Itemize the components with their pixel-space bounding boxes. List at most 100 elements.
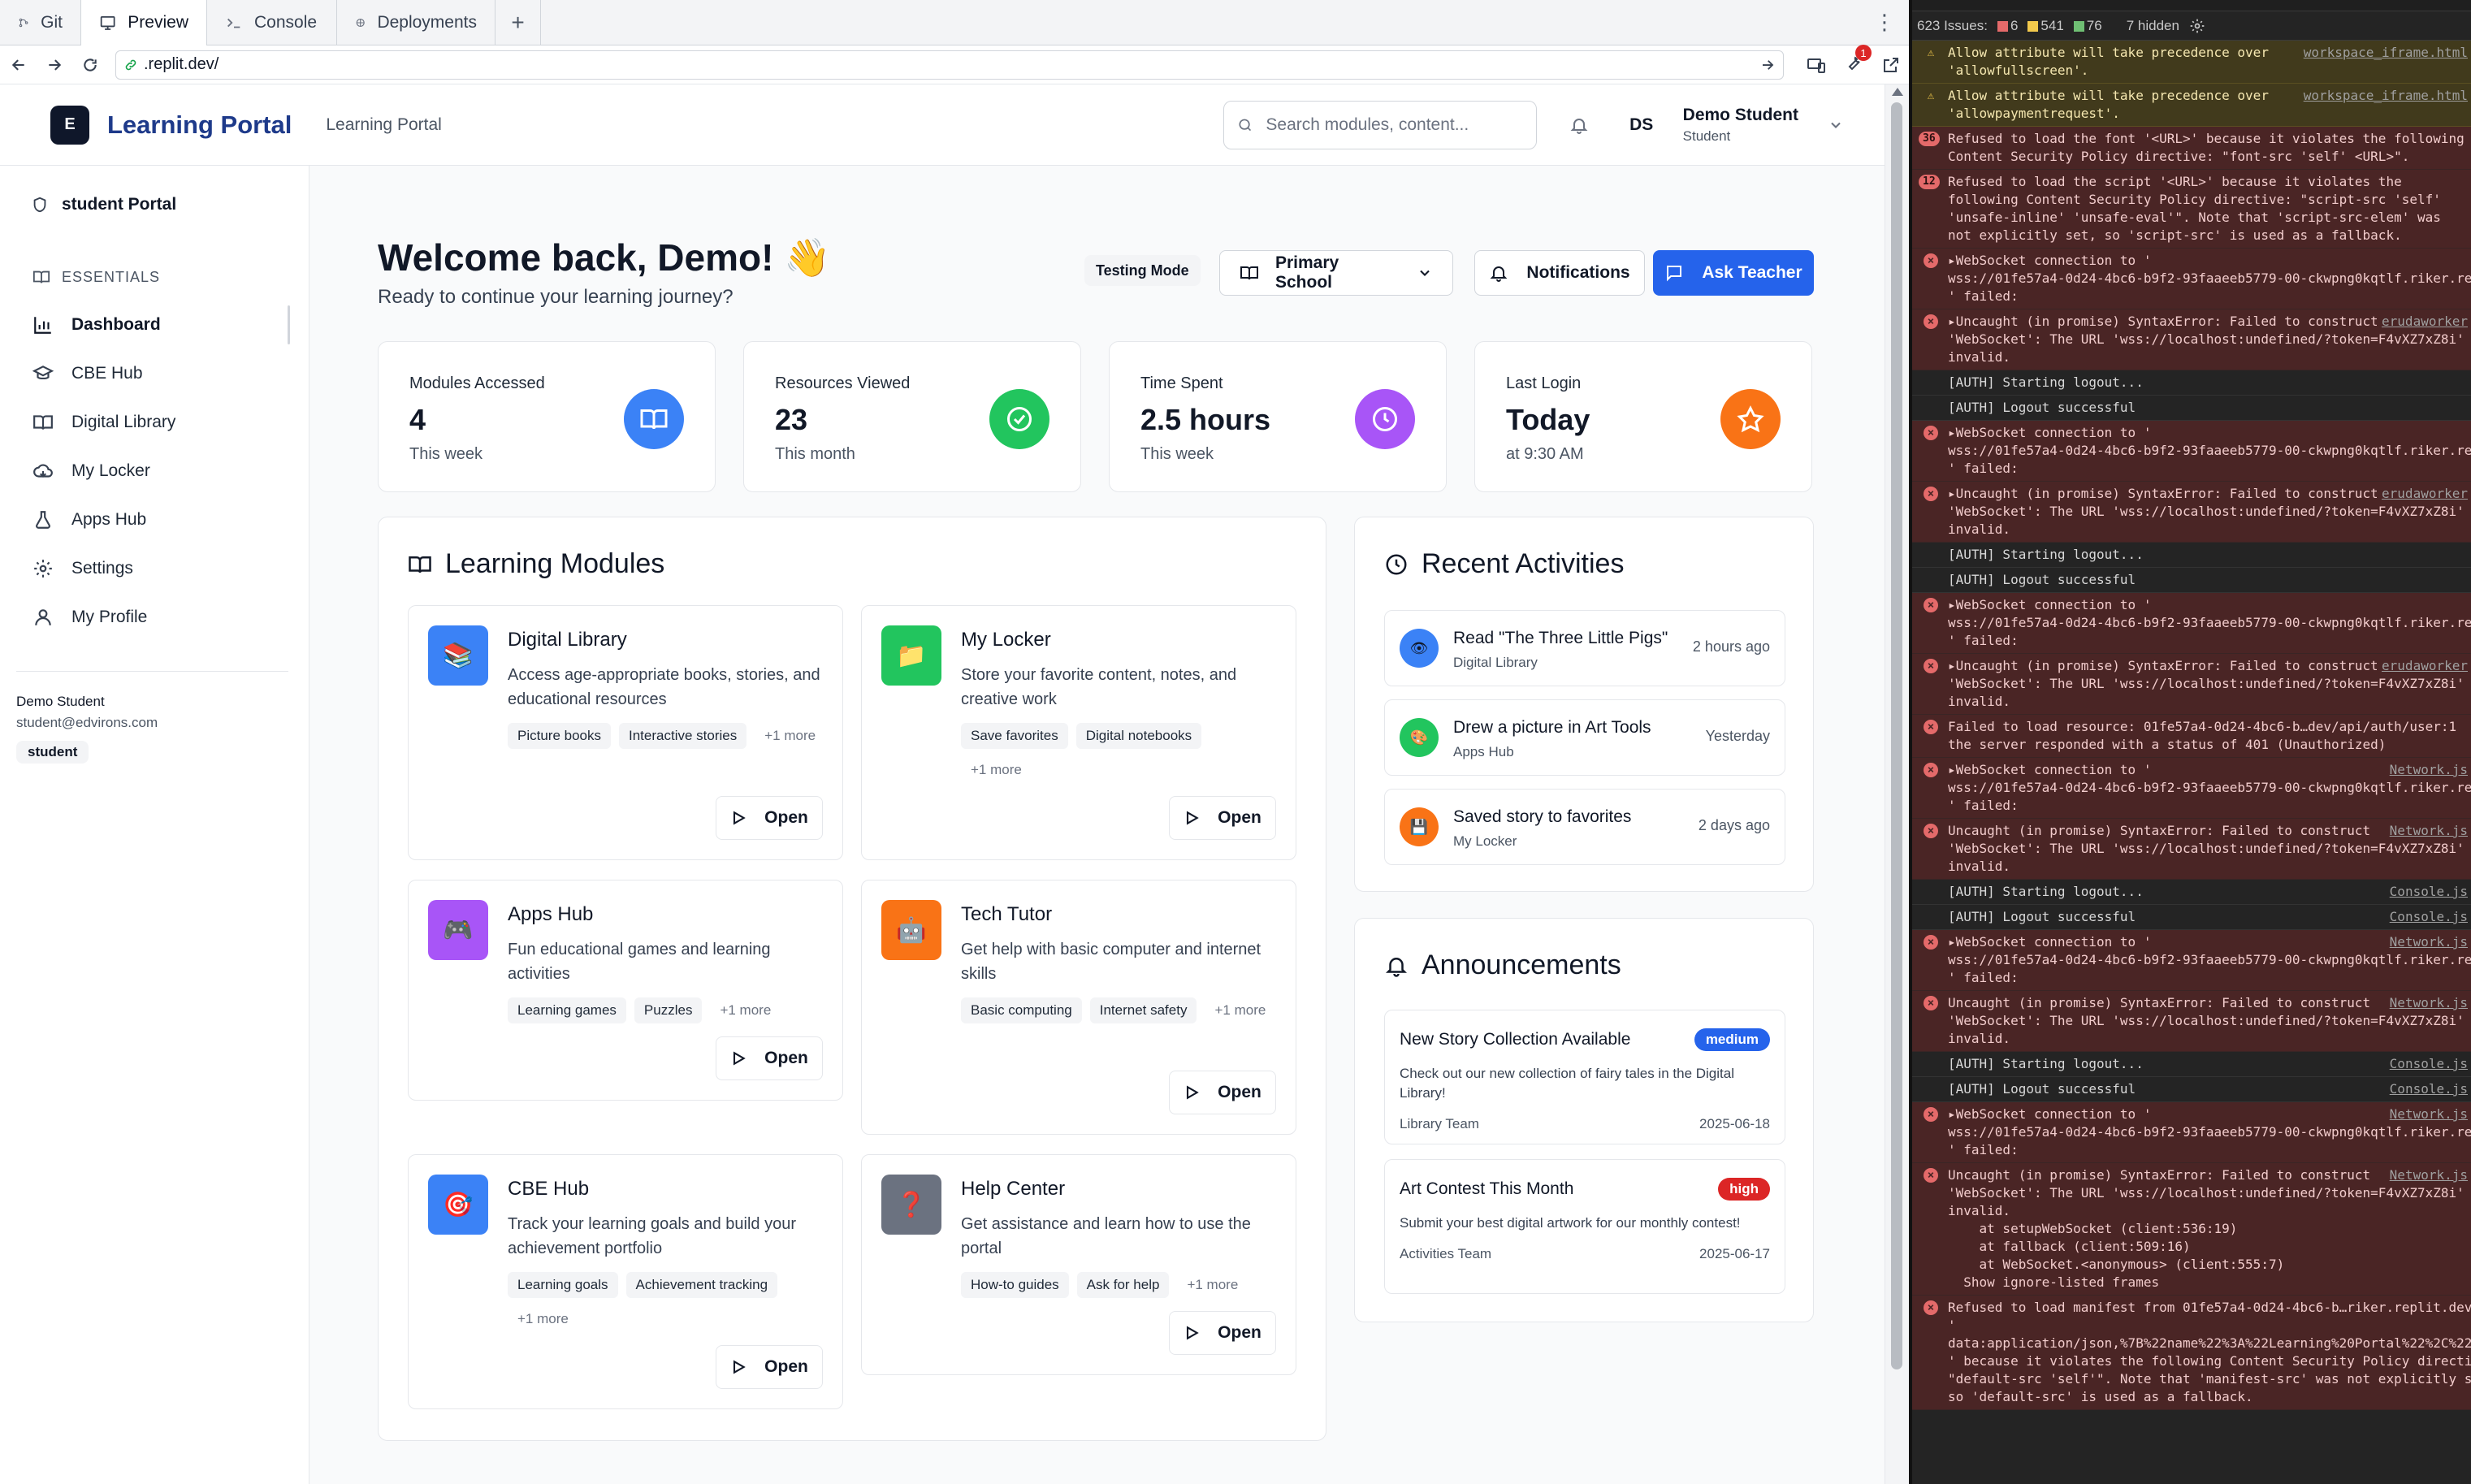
- console-log-message[interactable]: [AUTH] Starting logout... Console.js: [1912, 880, 2471, 905]
- console-error-message[interactable]: × ▸Uncaught (in promise) SyntaxError: Fai…: [1912, 482, 2471, 543]
- console-error-message[interactable]: × ▸WebSocket connection to ' wss://01fe57…: [1912, 421, 2471, 482]
- brand-title[interactable]: Learning Portal: [107, 110, 292, 140]
- scrollbar-thumb[interactable]: [1891, 102, 1902, 1369]
- console-error-message[interactable]: × Uncaught (in promise) SyntaxError: Fail…: [1912, 1163, 2471, 1296]
- gear-icon[interactable]: [2189, 18, 2205, 34]
- message-source-link[interactable]: erudaworker: [2377, 657, 2468, 675]
- bell-icon[interactable]: [1569, 115, 1589, 135]
- forward-arrow-icon[interactable]: [44, 54, 65, 76]
- tab-deployments[interactable]: Deployments: [337, 0, 495, 45]
- sidebar-item-cbe-hub[interactable]: CBE Hub: [0, 349, 288, 398]
- message-source-link[interactable]: Network.js: [2384, 822, 2468, 840]
- announcement-item[interactable]: New Story Collection Available medium Ch…: [1384, 1010, 1785, 1144]
- message-source-link[interactable]: Console.js: [2384, 1055, 2468, 1073]
- console-error-message[interactable]: × ▸WebSocket connection to ' wss://01fe57…: [1912, 758, 2471, 819]
- activity-item[interactable]: 🎨 Drew a picture in Art Tools Apps Hub Y…: [1384, 699, 1785, 776]
- module-description: Store your favorite content, notes, and …: [961, 666, 1237, 708]
- search-box[interactable]: [1223, 100, 1537, 149]
- message-source-link[interactable]: Network.js: [2384, 994, 2468, 1012]
- sidebar-item-my-profile[interactable]: My Profile: [0, 593, 288, 642]
- open-label: Open: [1218, 1083, 1261, 1101]
- tab-console[interactable]: Console: [207, 0, 337, 45]
- console-error-message[interactable]: × ▸WebSocket connection to ' wss://01fe57…: [1912, 1102, 2471, 1163]
- reload-icon[interactable]: [80, 54, 101, 76]
- more-options-icon[interactable]: ⋮: [1860, 0, 1909, 45]
- open-button[interactable]: Open: [716, 1345, 823, 1389]
- console-error-message[interactable]: 36 Refused to load the font '<URL>' becau…: [1912, 127, 2471, 170]
- sidebar-item-settings[interactable]: Settings: [0, 544, 288, 593]
- message-source-link[interactable]: Network.js: [2384, 933, 2468, 951]
- console-error-message[interactable]: × Uncaught (in promise) SyntaxError: Fail…: [1912, 819, 2471, 880]
- issues-bar[interactable]: 623 Issues: 6 541 76 7 hidden: [1912, 11, 2471, 41]
- sidebar-item-dashboard[interactable]: Dashboard: [0, 301, 290, 349]
- message-source-link[interactable]: Network.js: [2384, 761, 2468, 779]
- console-error-message[interactable]: × Failed to load resource: 01fe57a4-0d24-…: [1912, 715, 2471, 758]
- console-error-message[interactable]: × ▸Uncaught (in promise) SyntaxError: Fai…: [1912, 654, 2471, 715]
- school-level-select[interactable]: Primary School: [1219, 250, 1453, 296]
- message-source-link[interactable]: erudaworker: [2377, 485, 2468, 503]
- sidebar-item-digital-library[interactable]: Digital Library: [0, 398, 288, 447]
- message-source-link[interactable]: erudaworker: [2377, 313, 2468, 331]
- module-card-apps-hub[interactable]: 🎮 Apps Hub Fun educational games and lea…: [408, 880, 843, 1101]
- notifications-button[interactable]: Notifications: [1474, 250, 1645, 296]
- console-log-message[interactable]: [AUTH] Logout successful Console.js: [1912, 1077, 2471, 1102]
- devices-icon[interactable]: [1807, 55, 1826, 75]
- open-button[interactable]: Open: [716, 1036, 823, 1080]
- console-error-message[interactable]: × Refused to load manifest from 01fe57a4-…: [1912, 1296, 2471, 1410]
- console-warning-message[interactable]: ⚠ Allow attribute will take precedence ov…: [1912, 41, 2471, 84]
- open-button[interactable]: Open: [1169, 1071, 1276, 1114]
- new-tab-button[interactable]: +: [495, 0, 541, 45]
- console-log-message[interactable]: [AUTH] Starting logout...: [1912, 543, 2471, 568]
- avatar[interactable]: DS: [1621, 115, 1662, 135]
- module-card-tech-tutor[interactable]: 🤖 Tech Tutor Get help with basic compute…: [861, 880, 1296, 1135]
- message-source-link[interactable]: workspace_iframe.html: [2298, 44, 2468, 62]
- tab-preview[interactable]: Preview: [81, 0, 207, 45]
- console-log-message[interactable]: [AUTH] Logout successful: [1912, 568, 2471, 593]
- module-card-help-center[interactable]: ❓ Help Center Get assistance and learn h…: [861, 1154, 1296, 1375]
- console-warning-message[interactable]: ⚠ Allow attribute will take precedence ov…: [1912, 84, 2471, 127]
- back-arrow-icon[interactable]: [8, 54, 29, 76]
- activity-item[interactable]: 💾 Saved story to favorites My Locker 2 d…: [1384, 789, 1785, 865]
- url-field[interactable]: .replit.dev/: [115, 50, 1784, 80]
- ask-teacher-button[interactable]: Ask Teacher: [1653, 250, 1814, 296]
- open-button[interactable]: Open: [716, 796, 823, 840]
- user-menu[interactable]: Demo Student Student: [1683, 106, 1798, 145]
- message-source-link[interactable]: Console.js: [2384, 908, 2468, 926]
- module-card-my-locker[interactable]: 📁 My Locker Store your favorite content,…: [861, 605, 1296, 860]
- activity-item[interactable]: 👁 Read "The Three Little Pigs" Digital L…: [1384, 610, 1785, 686]
- open-button[interactable]: Open: [1169, 796, 1276, 840]
- message-source-link[interactable]: Console.js: [2384, 883, 2468, 901]
- console-log-message[interactable]: [AUTH] Logout successful Console.js: [1912, 905, 2471, 930]
- external-link-icon[interactable]: [1881, 55, 1901, 75]
- page-scrollbar[interactable]: [1885, 84, 1909, 1484]
- console-log-message[interactable]: [AUTH] Starting logout... Console.js: [1912, 1052, 2471, 1077]
- monitor-icon: [100, 16, 115, 30]
- message-source-link[interactable]: workspace_iframe.html: [2298, 87, 2468, 105]
- devtools-button[interactable]: 1: [1844, 45, 1872, 76]
- module-card-cbe-hub[interactable]: 🎯 CBE Hub Track your learning goals and …: [408, 1154, 843, 1409]
- open-button[interactable]: Open: [1169, 1311, 1276, 1355]
- sidebar-item-my-locker[interactable]: My Locker: [0, 447, 288, 495]
- announcement-item[interactable]: Art Contest This Month high Submit your …: [1384, 1159, 1785, 1294]
- scroll-up-arrow-icon[interactable]: [1892, 88, 1903, 96]
- console-error-message[interactable]: 12 Refused to load the script '<URL>' bec…: [1912, 170, 2471, 249]
- console-error-message[interactable]: × ▸WebSocket connection to ' wss://01fe57…: [1912, 593, 2471, 654]
- logo[interactable]: E: [50, 105, 89, 145]
- console-error-message[interactable]: × ▸WebSocket connection to ' wss://01fe57…: [1912, 249, 2471, 309]
- console-error-message[interactable]: × Uncaught (in promise) SyntaxError: Fail…: [1912, 991, 2471, 1052]
- message-source-link[interactable]: Network.js: [2384, 1105, 2468, 1123]
- tab-git[interactable]: Git: [0, 0, 81, 45]
- clock-icon: [1386, 554, 1407, 574]
- search-input[interactable]: [1266, 115, 1523, 135]
- message-source-link[interactable]: Network.js: [2384, 1166, 2468, 1184]
- message-source-link[interactable]: Console.js: [2384, 1080, 2468, 1098]
- sidebar-item-apps-hub[interactable]: Apps Hub: [0, 495, 288, 544]
- console-log-message[interactable]: [AUTH] Logout successful: [1912, 396, 2471, 421]
- console-log-message[interactable]: [AUTH] Starting logout...: [1912, 370, 2471, 396]
- module-card-digital-library[interactable]: 📚 Digital Library Access age-appropriate…: [408, 605, 843, 860]
- chevron-down-icon[interactable]: [1828, 117, 1844, 133]
- go-arrow-icon[interactable]: [1760, 58, 1775, 72]
- module-emoji: 📚: [443, 642, 474, 669]
- console-error-message[interactable]: × ▸WebSocket connection to ' wss://01fe57…: [1912, 930, 2471, 991]
- console-error-message[interactable]: × ▸Uncaught (in promise) SyntaxError: Fai…: [1912, 309, 2471, 370]
